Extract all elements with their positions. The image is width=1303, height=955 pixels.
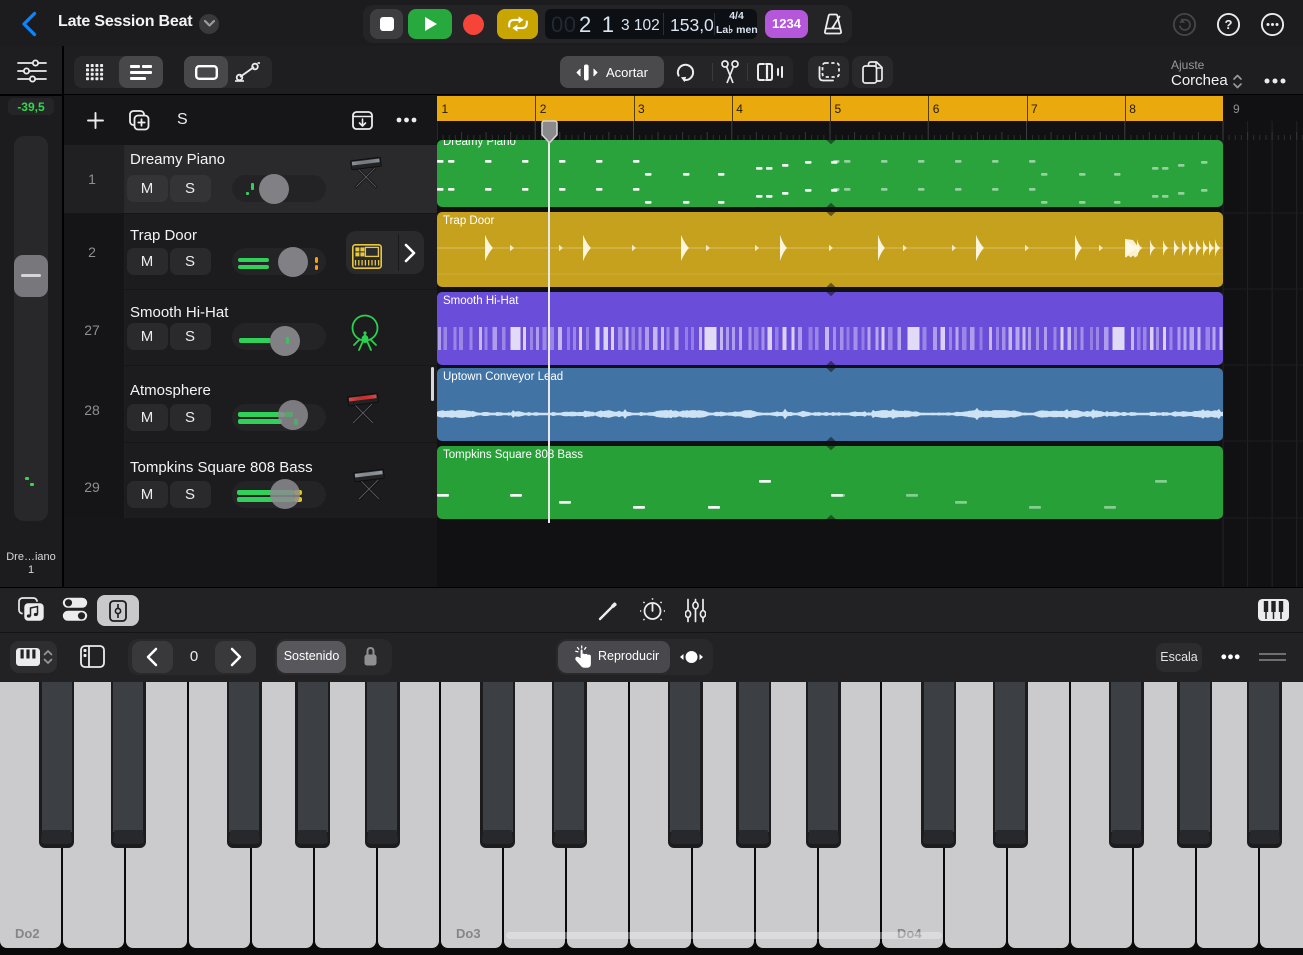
svg-text:?: ? [1225, 17, 1233, 32]
